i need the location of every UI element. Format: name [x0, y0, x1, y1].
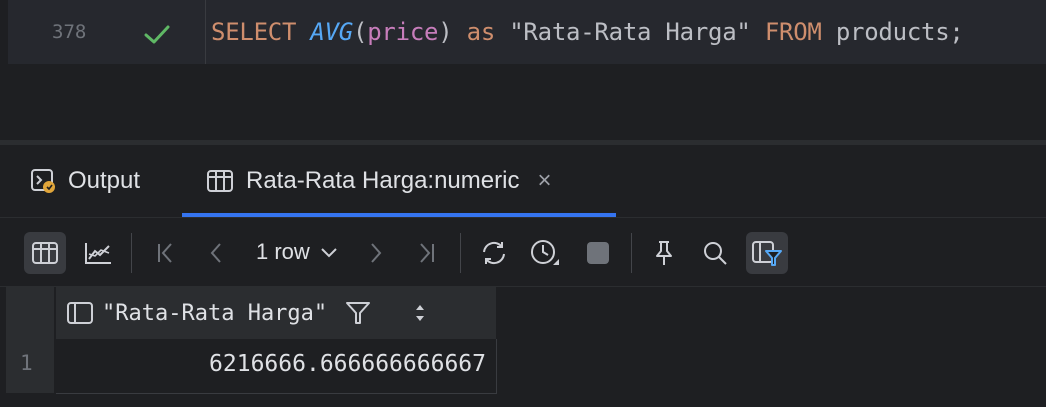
chart-icon: [85, 243, 111, 264]
tab-output-label: Output: [68, 167, 141, 194]
row-number: 1: [20, 351, 33, 375]
table-view-icon: [32, 242, 58, 264]
tab-bar: Output Rata-Rata Harga:numeric ×: [0, 145, 1046, 217]
next-page-button[interactable]: [355, 232, 397, 274]
chart-view-button[interactable]: [77, 232, 119, 274]
close-tab-icon[interactable]: ×: [537, 167, 551, 195]
table-row[interactable]: 6216666.666666666667: [56, 339, 497, 394]
last-page-icon: [420, 243, 434, 263]
gutter-separator: [205, 0, 206, 64]
line-number: 378: [52, 21, 87, 43]
table-icon: [207, 170, 233, 192]
table-cell[interactable]: 6216666.666666666667: [209, 351, 486, 377]
keyword-from: FROM: [764, 18, 822, 46]
console-icon: [31, 169, 55, 193]
clock-icon: [531, 240, 559, 265]
column-price: price: [367, 18, 439, 46]
tab-result-table[interactable]: Rata-Rata Harga:numeric ×: [206, 159, 551, 203]
open-paren: (: [353, 18, 368, 46]
chevron-down-icon: [320, 239, 338, 265]
tab-result-label: Rata-Rata Harga:numeric: [246, 167, 520, 194]
current-code-line[interactable]: 378 SELECT AVG(price) as "Rata-Rata Harg…: [8, 0, 1046, 64]
alias-string: "Rata-Rata Harga": [509, 18, 751, 46]
refresh-icon: [483, 241, 505, 265]
tab-output[interactable]: Output: [30, 159, 140, 203]
stop-icon: [587, 242, 609, 264]
toolbar-separator: [131, 233, 132, 273]
column-filter-icon[interactable]: [345, 300, 371, 326]
chevron-right-icon: [371, 243, 382, 263]
tab-bar-border: [0, 217, 1046, 218]
chevron-left-icon: [210, 243, 221, 263]
column-header-label: "Rata-Rata Harga": [102, 300, 328, 326]
search-button[interactable]: [694, 232, 736, 274]
pin-tab-button[interactable]: [643, 232, 685, 274]
stop-button[interactable]: [577, 232, 619, 274]
function-avg: AVG: [310, 18, 354, 46]
filter-icon: [752, 241, 782, 266]
refresh-button[interactable]: [473, 232, 515, 274]
keyword-select: SELECT: [211, 18, 297, 46]
sort-icon[interactable]: [413, 302, 427, 324]
code-editor[interactable]: 378 SELECT AVG(price) as "Rata-Rata Harg…: [0, 0, 1046, 140]
column-icon: [66, 301, 94, 325]
close-paren: ): [438, 18, 453, 46]
keyword-as: as: [466, 18, 496, 46]
result-toolbar: 1 row: [0, 227, 1046, 279]
sql-statement[interactable]: SELECT AVG(price) as "Rata-Rata Harga" F…: [211, 18, 964, 46]
first-page-icon: [158, 243, 172, 263]
table-view-button[interactable]: [24, 232, 66, 274]
table-name: products;: [835, 18, 964, 46]
services-tool-window: Output Rata-Rata Harga:numeric × 1 row "…: [0, 145, 1046, 406]
column-header[interactable]: "Rata-Rata Harga": [56, 287, 496, 339]
toolbar-separator: [460, 233, 461, 273]
previous-page-button[interactable]: [195, 232, 237, 274]
row-count-dropdown[interactable]: 1 row: [256, 239, 338, 265]
pin-icon: [656, 241, 672, 265]
check-icon: [144, 25, 170, 44]
history-button[interactable]: [524, 232, 566, 274]
row-number-gutter: [6, 287, 54, 393]
first-page-button[interactable]: [144, 232, 186, 274]
search-icon: [704, 242, 727, 265]
result-grid: "Rata-Rata Harga" 6216666.666666666667 1: [0, 286, 1046, 407]
filter-button[interactable]: [746, 232, 788, 274]
toolbar-separator: [631, 233, 632, 273]
row-count-label: 1 row: [256, 239, 310, 264]
last-page-button[interactable]: [406, 232, 448, 274]
